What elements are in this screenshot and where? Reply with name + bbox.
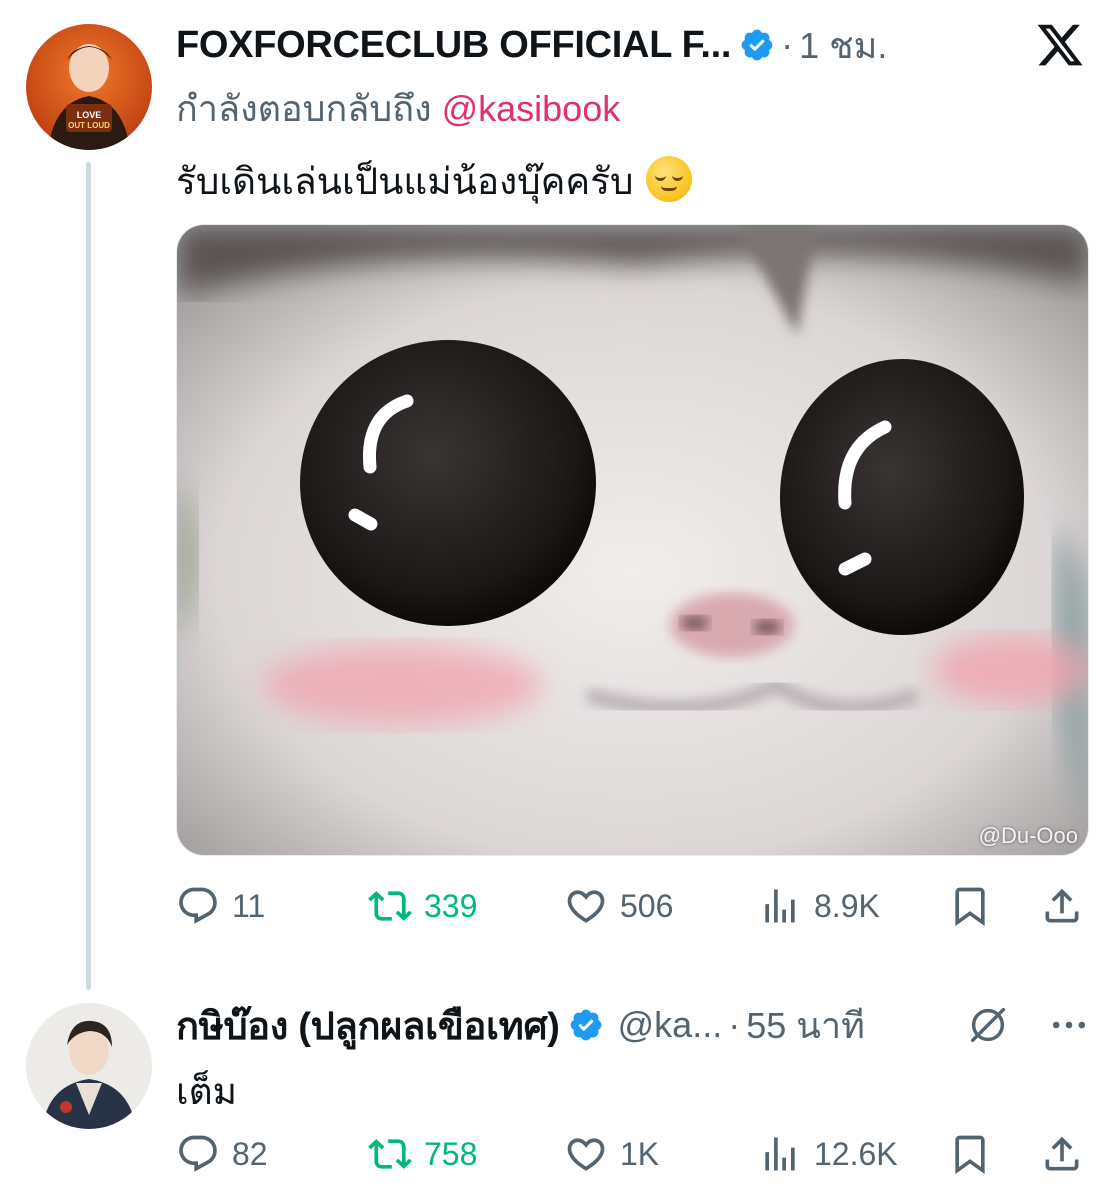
tweet-text: รับเดินเล่นเป็นแม่น้องบุ๊คครับ bbox=[176, 152, 692, 211]
image-watermark: @Du-Ooo bbox=[978, 823, 1078, 848]
avatar[interactable] bbox=[26, 1003, 152, 1129]
retweet-icon bbox=[368, 891, 412, 921]
timeline: LOVE OUT LOUD FOXFORCECLUB OFFICIAL F...… bbox=[0, 0, 1115, 1200]
like-button[interactable]: 1K bbox=[564, 1126, 659, 1182]
reply-button[interactable]: 11 bbox=[176, 878, 265, 934]
thread-connector bbox=[86, 162, 91, 990]
share-icon[interactable] bbox=[1040, 884, 1084, 928]
views-count: 12.6K bbox=[814, 1135, 898, 1172]
tweet-header: กษิบ๊อง (ปลูกผลเขือเทศ) @ka... · 55 นาที bbox=[176, 1000, 865, 1050]
views-icon bbox=[765, 1137, 795, 1171]
separator-dot: · bbox=[728, 1004, 741, 1045]
replying-to-label: กำลังตอบกลับถึง bbox=[176, 88, 442, 129]
relieved-face-emoji bbox=[645, 156, 692, 202]
verified-icon bbox=[568, 1007, 604, 1043]
retweet-icon bbox=[368, 1139, 412, 1169]
handle[interactable]: @ka... bbox=[618, 1004, 723, 1046]
reply-icon bbox=[179, 887, 217, 924]
tweet-actions: 82 758 1K 12.6K bbox=[176, 1126, 1086, 1182]
svg-text:OUT LOUD: OUT LOUD bbox=[68, 121, 110, 130]
retweet-count: 339 bbox=[424, 887, 478, 924]
like-count: 1K bbox=[620, 1135, 660, 1172]
reply-count: 11 bbox=[232, 887, 266, 924]
replying-to: กำลังตอบกลับถึง @kasibook bbox=[176, 80, 620, 137]
views-icon bbox=[765, 889, 795, 923]
timestamp[interactable]: 55 นาที bbox=[746, 997, 865, 1054]
separator-dot: · bbox=[781, 24, 794, 65]
svg-text:LOVE: LOVE bbox=[77, 110, 102, 120]
reply-button[interactable]: 82 bbox=[176, 1126, 268, 1182]
retweet-button[interactable]: 758 bbox=[368, 1126, 477, 1182]
display-name[interactable]: กษิบ๊อง (ปลูกผลเขือเทศ) bbox=[176, 995, 560, 1056]
reply-count: 82 bbox=[232, 1135, 268, 1172]
views-button[interactable]: 12.6K bbox=[758, 1126, 898, 1182]
bookmark-icon[interactable] bbox=[948, 884, 992, 928]
cat-image bbox=[177, 225, 1088, 855]
x-logo-icon[interactable] bbox=[1035, 20, 1085, 70]
bookmark-icon[interactable] bbox=[948, 1132, 992, 1176]
views-count: 8.9K bbox=[814, 887, 880, 924]
retweet-button[interactable]: 339 bbox=[368, 878, 477, 934]
like-count: 506 bbox=[620, 887, 674, 924]
tweet-text: เต็ม bbox=[176, 1062, 237, 1121]
more-icon[interactable] bbox=[1047, 1003, 1091, 1047]
like-icon bbox=[567, 890, 605, 923]
mention-link[interactable]: @kasibook bbox=[442, 88, 621, 129]
tweet-text-body: รับเดินเล่นเป็นแม่น้องบุ๊คครับ bbox=[176, 161, 634, 202]
like-button[interactable]: 506 bbox=[564, 878, 673, 934]
like-icon bbox=[567, 1138, 605, 1171]
verified-icon bbox=[739, 27, 775, 63]
tweet-extra-actions bbox=[965, 1000, 1091, 1050]
reply-icon bbox=[179, 1135, 217, 1172]
timestamp[interactable]: 1 ชม. bbox=[799, 17, 887, 74]
tweet-header: FOXFORCECLUB OFFICIAL F... · 1 ชม. bbox=[176, 20, 887, 70]
tweet-actions: 11 339 506 8.9K bbox=[176, 878, 1086, 934]
share-icon[interactable] bbox=[1040, 1132, 1084, 1176]
display-name[interactable]: FOXFORCECLUB OFFICIAL F... bbox=[176, 24, 731, 67]
retweet-count: 758 bbox=[424, 1135, 478, 1172]
grok-icon[interactable] bbox=[965, 1002, 1011, 1048]
views-button[interactable]: 8.9K bbox=[758, 878, 880, 934]
tweet-media-image[interactable]: @Du-Ooo bbox=[176, 224, 1089, 856]
avatar[interactable]: LOVE OUT LOUD bbox=[26, 24, 152, 150]
tweet-text-body: เต็ม bbox=[176, 1071, 238, 1112]
